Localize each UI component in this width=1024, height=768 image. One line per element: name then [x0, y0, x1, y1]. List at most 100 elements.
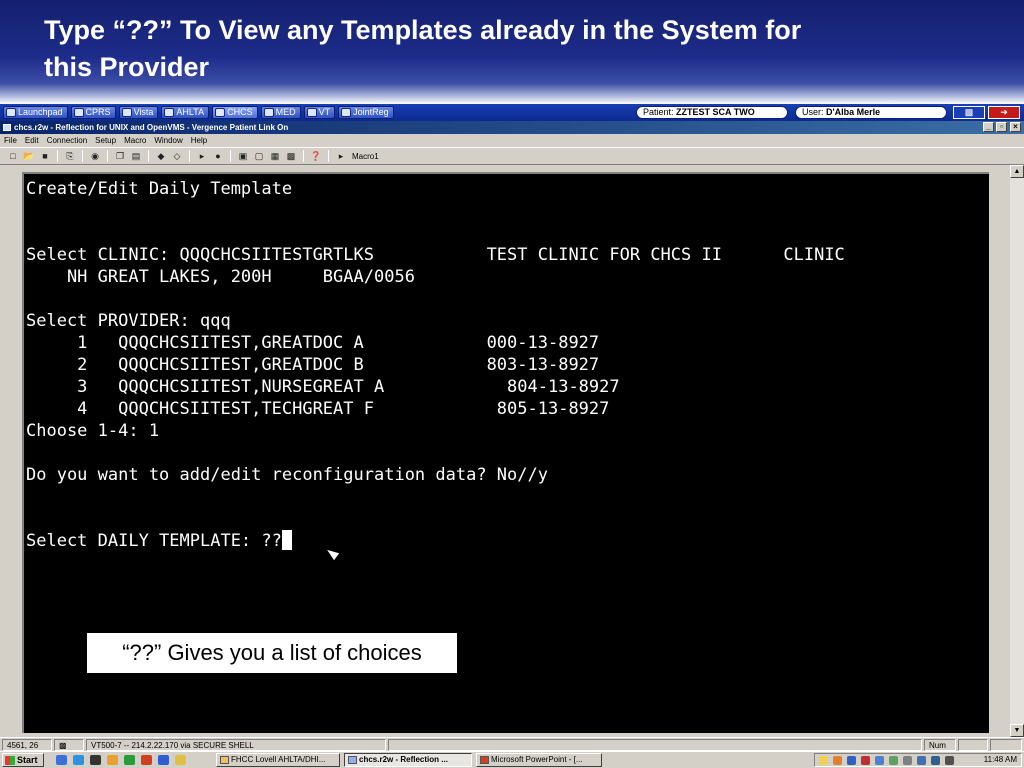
print-icon[interactable]: ⎘ — [63, 150, 77, 162]
patient-field[interactable]: Patient: ZZTEST SCA TWO — [636, 106, 788, 119]
lock-button[interactable]: ▩ — [953, 106, 985, 119]
task-powerpoint[interactable]: Microsoft PowerPoint - [... — [476, 753, 602, 767]
tray-monitor-icon[interactable] — [917, 756, 926, 765]
tray-update-icon[interactable] — [931, 756, 940, 765]
vt-button[interactable]: VT — [303, 106, 336, 119]
folder-icon — [220, 756, 229, 764]
scroll-down-icon[interactable]: ▼ — [1010, 724, 1024, 737]
powerpoint-icon[interactable] — [141, 755, 152, 765]
template-prompt[interactable]: Select DAILY TEMPLATE: ?? — [26, 531, 282, 551]
keyboard-lock-icon: ▩ — [59, 741, 67, 750]
keyboard-map-icon[interactable]: ▦ — [268, 150, 282, 162]
tray-shield-icon[interactable] — [833, 756, 842, 765]
play-macro-icon[interactable]: ▸ — [195, 150, 209, 162]
excel-icon[interactable] — [124, 755, 135, 765]
disconnect-icon[interactable]: ◇ — [170, 150, 184, 162]
slide-title-line-2: this Provider — [44, 52, 210, 82]
ahlta-icon — [164, 108, 175, 117]
exit-button[interactable]: ➜ — [988, 106, 1020, 119]
reflection-app-icon — [3, 124, 11, 131]
tray-display-icon[interactable] — [875, 756, 884, 765]
menu-connection[interactable]: Connection — [43, 134, 91, 147]
vista-icon — [121, 108, 132, 117]
record-macro-icon[interactable]: ● — [211, 150, 225, 162]
tray-printer-icon[interactable] — [903, 756, 912, 765]
status-lock-cell: ▩ — [54, 739, 84, 751]
task-reflection[interactable]: chcs.r2w - Reflection ... — [344, 753, 472, 767]
toolbar-separator — [107, 150, 108, 162]
word-icon[interactable] — [158, 755, 169, 765]
windows-logo-icon — [5, 755, 15, 765]
vertical-scrollbar[interactable]: ▲ ▼ — [1010, 165, 1024, 737]
messenger-icon[interactable] — [175, 755, 186, 765]
chcs-button[interactable]: CHCS — [212, 106, 258, 119]
task-ahlta[interactable]: FHCC Lovell AHLTA/DHI... — [216, 753, 340, 767]
menu-setup[interactable]: Setup — [91, 134, 120, 147]
new-file-icon[interactable]: □ — [6, 150, 20, 162]
menu-help[interactable]: Help — [187, 134, 211, 147]
connect-icon[interactable]: ◆ — [154, 150, 168, 162]
toolbar-separator — [303, 150, 304, 162]
scroll-lock-indicator — [990, 739, 1022, 751]
copy-icon[interactable]: ❐ — [113, 150, 127, 162]
start-button[interactable]: Start — [2, 753, 44, 767]
menu-macro[interactable]: Macro — [120, 134, 150, 147]
user-field[interactable]: User: D'Alba Merle — [795, 106, 947, 119]
ahlta-button[interactable]: AHLTA — [161, 106, 210, 119]
connection-status: VT500-7 -- 214.2.22.170 via SECURE SHELL — [86, 739, 386, 751]
launchpad-button[interactable]: Launchpad — [3, 106, 68, 119]
terminal-setup-icon[interactable]: ▢ — [252, 150, 266, 162]
minimize-button[interactable]: _ — [983, 122, 994, 132]
vista-button[interactable]: Vista — [118, 106, 159, 119]
clock[interactable]: 11:48 AM — [984, 754, 1017, 766]
mouse-map-icon[interactable]: ▩ — [284, 150, 298, 162]
toolbar-separator — [328, 150, 329, 162]
terminal-line: 3 QQQCHCSIITEST,NURSEGREAT A 804-13-8927 — [26, 377, 620, 397]
menu-file[interactable]: File — [0, 134, 21, 147]
open-folder-icon[interactable]: 📂 — [22, 150, 36, 162]
tray-network-icon[interactable] — [847, 756, 856, 765]
close-button[interactable]: × — [1010, 122, 1021, 132]
terminal-line: Create/Edit Daily Template — [26, 179, 293, 199]
desktop-icon[interactable] — [56, 755, 67, 765]
tray-antivirus-icon[interactable] — [861, 756, 870, 765]
save-icon[interactable]: ■ — [38, 150, 52, 162]
scroll-up-icon[interactable]: ▲ — [1010, 165, 1024, 178]
terminal-line: Do you want to add/edit reconfiguration … — [26, 465, 548, 485]
toolbar-separator — [82, 150, 83, 162]
window-title: chcs.r2w - Reflection for UNIX and OpenV… — [14, 123, 289, 132]
ie-icon[interactable] — [73, 755, 84, 765]
vt-icon — [306, 108, 317, 117]
maximize-button[interactable]: ▫ — [996, 122, 1007, 132]
cprs-button[interactable]: CPRS — [70, 106, 116, 119]
med-icon — [263, 108, 274, 117]
outlook-icon[interactable] — [107, 755, 118, 765]
tray-mail-icon[interactable] — [819, 756, 828, 765]
help-pointer-icon[interactable]: ❓ — [309, 150, 323, 162]
window-title-bar: chcs.r2w - Reflection for UNIX and OpenV… — [0, 121, 1024, 134]
paste-icon[interactable]: ▤ — [129, 150, 143, 162]
cursor-position: 4561, 26 — [2, 739, 52, 751]
jointreg-button[interactable]: JointReg — [338, 106, 394, 119]
patient-name: ZZTEST SCA TWO — [676, 107, 755, 117]
media-icon[interactable] — [90, 755, 101, 765]
slide-header: Type “??” To View any Templates already … — [0, 0, 1024, 104]
status-bar: 4561, 26 ▩ VT500-7 -- 214.2.22.170 via S… — [0, 737, 1024, 751]
find-icon[interactable]: ◉ — [88, 150, 102, 162]
user-name: D'Alba Merle — [826, 107, 881, 117]
menu-edit[interactable]: Edit — [21, 134, 43, 147]
tray-volume-icon[interactable] — [945, 756, 954, 765]
terminal-cursor — [281, 530, 292, 550]
med-button[interactable]: MED — [260, 106, 301, 119]
macro-play-icon[interactable]: ▸ — [334, 150, 348, 162]
menu-window[interactable]: Window — [150, 134, 186, 147]
callout-text: “??” Gives you a list of choices — [122, 640, 422, 665]
caps-lock-indicator — [958, 739, 988, 751]
terminal-line: Choose 1-4: 1 — [26, 421, 160, 441]
display-settings-icon[interactable]: ▣ — [236, 150, 250, 162]
tray-security-icon[interactable] — [889, 756, 898, 765]
toolbar-separator — [189, 150, 190, 162]
cprs-icon — [73, 108, 84, 117]
macro-label[interactable]: Macro1 — [352, 152, 379, 161]
terminal-line: Select CLINIC: QQQCHCSIITESTGRTLKS TEST … — [26, 245, 845, 265]
